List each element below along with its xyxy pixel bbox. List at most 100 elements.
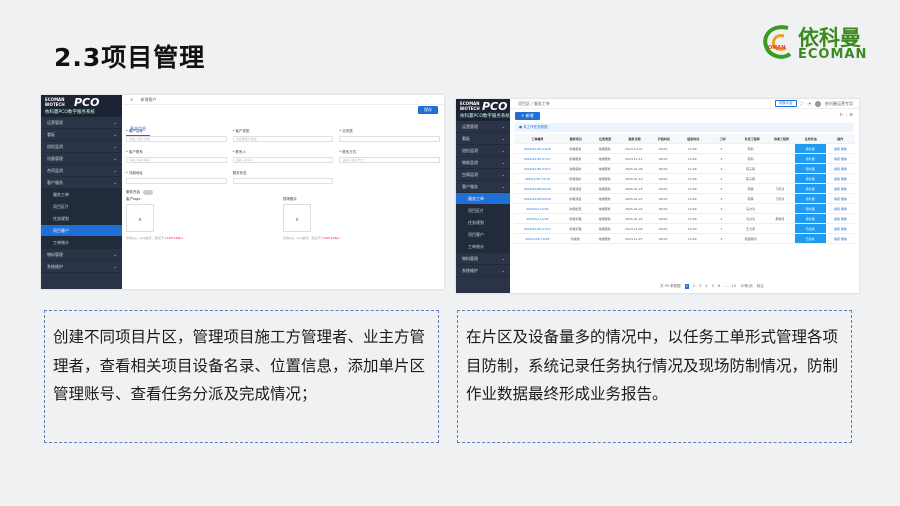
upload-photo-box[interactable]: ▲ <box>283 204 311 232</box>
sidebar-item[interactable]: 物联监测 ⌄ <box>456 157 510 169</box>
table-cell[interactable]: 编辑 删除 <box>826 214 855 223</box>
table-row[interactable]: 2024/01/08-60/28 防霉通道 常规服务 2025-01-21 09:00 1… <box>514 194 855 204</box>
column-header[interactable]: 负责工程师 <box>737 134 766 143</box>
sidebar-item[interactable]: 物料管理 ⌄ <box>41 249 122 261</box>
sidebar-item[interactable]: 工单统计 <box>456 241 510 253</box>
table-cell[interactable]: 2024/02-11/36 <box>514 214 561 223</box>
sidebar-item[interactable]: 设备管理 ⌄ <box>41 153 122 165</box>
pager-size[interactable]: 10条/页 <box>740 284 753 289</box>
sidebar-item[interactable]: 系统维护 ⌄ <box>41 261 122 273</box>
table-cell[interactable]: 编辑 删除 <box>826 204 855 213</box>
table-cell[interactable]: 编辑 删除 <box>826 224 855 233</box>
table-cell[interactable]: 编辑 删除 <box>826 154 855 163</box>
pager-page[interactable]: 10 <box>732 284 736 289</box>
column-header[interactable]: 任务状态 <box>796 134 825 143</box>
sidebar-item[interactable]: 看板 ⌄ <box>456 133 510 145</box>
table-cell[interactable]: 2024/01/30-07/27 <box>514 154 561 163</box>
sidebar-item[interactable]: 任务规划 <box>41 213 122 225</box>
sidebar-item[interactable]: 物料管理 ⌄ <box>456 253 510 265</box>
sidebar-item[interactable]: 巡检监测 ⌄ <box>41 141 122 153</box>
sidebar-item[interactable]: 服务工单 <box>456 193 510 205</box>
field-input[interactable]: 请输入客户名称 <box>126 136 227 142</box>
field-input[interactable] <box>339 136 441 142</box>
column-header[interactable]: 协助工程师 <box>767 134 796 143</box>
table-cell[interactable]: 2024/01/30-04/28 <box>514 144 561 153</box>
table-row[interactable]: 2024/1/30-74/76 防霉保护 常规服务 2025-01-10 09:00 12… <box>514 174 855 184</box>
sidebar-item[interactable]: 客户服务 ⌄ <box>456 181 510 193</box>
field-input[interactable]: 请输入客户联系 <box>126 157 227 163</box>
pager-page[interactable]: 1 <box>684 284 689 289</box>
table-row[interactable]: 2024/106-70/28 防霉的 常规服务 2024-11-27 09:00 12:0… <box>514 234 855 244</box>
column-header[interactable]: 结束时间 <box>679 134 708 143</box>
field-input[interactable]: 请选择客户类型 <box>232 136 334 142</box>
save-button[interactable]: 保存 <box>418 106 438 114</box>
column-header[interactable]: 工单编号 <box>514 134 561 143</box>
pager-page[interactable]: … <box>724 284 728 289</box>
refresh-icon[interactable]: ↻ <box>839 112 842 117</box>
table-cell[interactable]: 编辑 删除 <box>826 234 855 243</box>
column-header[interactable]: 任务类型 <box>590 134 619 143</box>
pager-page[interactable]: 5 <box>712 284 714 289</box>
table-cell[interactable]: 2024/01/30-03/27 <box>514 164 561 173</box>
field-input[interactable]: 请输入联系人 <box>232 157 334 163</box>
table-cell[interactable]: 编辑 删除 <box>826 184 855 193</box>
bell-icon[interactable]: ◔ <box>808 101 812 106</box>
table-row[interactable]: 2024/01/30-07/27 防霉服务 常规服务 2024-11-11 09:00 1… <box>514 154 855 164</box>
sidebar-item[interactable]: 工单统计 <box>41 237 122 249</box>
sidebar-item[interactable]: 运营管理 ⌄ <box>41 117 122 129</box>
field-input[interactable]: 请输入联系方式 <box>339 157 441 163</box>
sidebar-item[interactable]: 巡检监测 ⌄ <box>456 145 510 157</box>
close-icon[interactable]: ✕ <box>130 97 133 102</box>
table-row[interactable]: 2024/01/30-07/21 防霉处理 常规服务 2024-11-26 09:00 1… <box>514 224 855 234</box>
sidebar-item[interactable]: 项目客户 <box>456 229 510 241</box>
fullscreen-icon[interactable]: ⛶ <box>801 101 804 106</box>
table-cell[interactable]: 编辑 删除 <box>826 174 855 183</box>
table-cell[interactable]: 2024/01/30-07/21 <box>514 224 561 233</box>
table-cell[interactable]: 编辑 删除 <box>826 164 855 173</box>
add-order-button[interactable]: + 新增 <box>515 112 540 120</box>
column-header[interactable]: 工时 <box>708 134 737 143</box>
pager-page[interactable]: 3 <box>699 284 701 289</box>
form-field <box>339 171 440 184</box>
table-cell[interactable]: 2024/1/30-74/76 <box>514 174 561 183</box>
columns-icon[interactable]: ⋮ <box>844 112 848 117</box>
pager-page[interactable]: 6 <box>718 284 720 289</box>
sidebar-item[interactable]: 任务规划 <box>456 217 510 229</box>
table-row[interactable]: 2024/02-11/36 防霉处理 常规服务 2025-01-22 09:00 12:0… <box>514 214 855 224</box>
pager-page[interactable]: 2 <box>693 284 695 289</box>
pager-goto[interactable]: 前往 <box>757 284 764 289</box>
table-row[interactable]: 2024/01/30-03/27 防霉保护 常规服务 2025-01-06 09:00 1… <box>514 164 855 174</box>
table-row[interactable]: 2024/01/08-50/29 防霉通道 常规服务 2025-01-18 09:00 1… <box>514 184 855 194</box>
field-input[interactable] <box>232 178 334 184</box>
sidebar-item[interactable]: 客户服务 ⌄ <box>41 177 122 189</box>
column-header[interactable]: 开始时间 <box>649 134 678 143</box>
sidebar-item[interactable]: 运营管理 ⌄ <box>456 121 510 133</box>
sidebar-item[interactable]: 合同监测 ⌄ <box>41 165 122 177</box>
table-row[interactable]: 2024/01/30-04/28 防霉服务 常规服务 2024-10-31 09:00 1… <box>514 144 855 154</box>
table-row[interactable]: 2024/02-12/36 防霉检查 常规服务 2025-01-22 09:00 12:0… <box>514 204 855 214</box>
sidebar-item[interactable]: 项目客户 <box>41 225 122 237</box>
avatar[interactable] <box>815 100 821 107</box>
sidebar-item[interactable]: 项目区片 <box>41 201 122 213</box>
table-cell[interactable]: 编辑 删除 <box>826 144 855 153</box>
column-header[interactable]: 操作 <box>826 134 855 143</box>
table-cell[interactable]: 2024/01/08-50/29 <box>514 184 561 193</box>
column-header[interactable]: 服务日期 <box>620 134 649 143</box>
upload-logo-box[interactable]: ▲ <box>126 204 154 232</box>
column-header[interactable]: 服务项目 <box>561 134 590 143</box>
table-cell[interactable]: 编辑 删除 <box>826 194 855 203</box>
sidebar-item[interactable]: 服务工单 <box>41 189 122 201</box>
sidebar-item[interactable]: 看板 ⌄ <box>41 129 122 141</box>
service-switch[interactable] <box>143 190 153 195</box>
sidebar-item[interactable]: 虫情监测 ⌄ <box>456 169 510 181</box>
table-cell[interactable]: 2024/02-12/36 <box>514 204 561 213</box>
pager-page[interactable]: 4 <box>705 284 707 289</box>
sidebar-item[interactable]: 项目区片 <box>456 205 510 217</box>
switch-platform-button[interactable]: 切换平台 <box>774 100 797 107</box>
settings-icon[interactable]: ⚙ <box>849 112 853 117</box>
field-input[interactable] <box>126 178 227 184</box>
table-cell[interactable]: 2024/106-70/28 <box>514 234 561 243</box>
sidebar: ECOMAN BIOTECH PCO 依科曼PCO数字服务系统 运营管理 ⌄ 看板 ⌄… <box>41 95 122 289</box>
table-cell[interactable]: 2024/01/08-60/28 <box>514 194 561 203</box>
sidebar-item[interactable]: 系统维护 ⌄ <box>456 265 510 277</box>
